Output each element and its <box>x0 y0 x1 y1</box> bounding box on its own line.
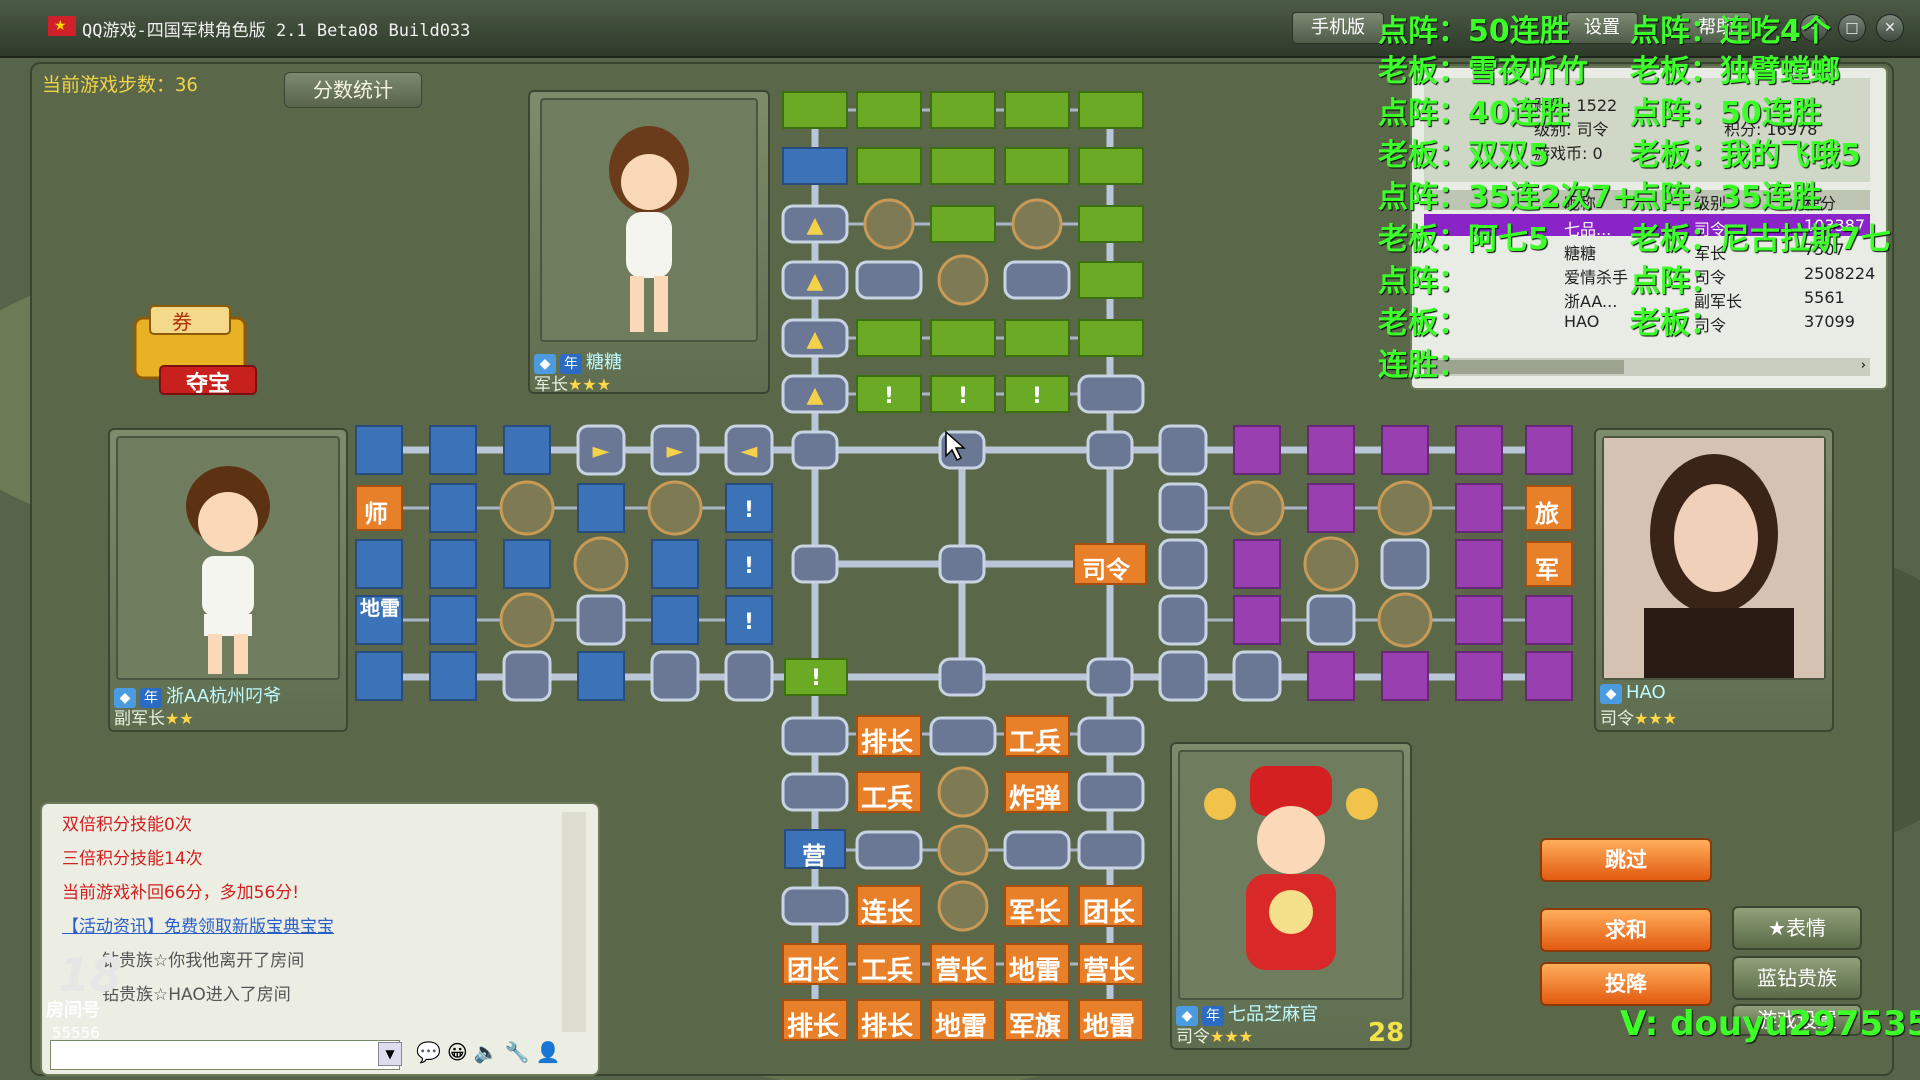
right-player-pieces <box>1158 424 1573 702</box>
header-nickname: 昵称 <box>1564 194 1597 213</box>
row-rank: 副军长 <box>1694 292 1743 311</box>
row-score: 103387 <box>1804 216 1866 235</box>
star-icon: ★ <box>1768 916 1786 940</box>
account-score: 积分: 16978 <box>1724 120 1818 139</box>
row-name: 爱情杀手 <box>1564 268 1629 287</box>
table-row[interactable]: 浙AA... 副军长 5561 <box>1424 286 1870 311</box>
row-rank: 军长 <box>1694 244 1727 263</box>
chat-message: 双倍积分技能0次 <box>62 815 192 835</box>
player-list-panel: 账号: 1522 级别: 司令 游戏币: 0 积分: 16978 昵称 级别 积… <box>1410 66 1888 390</box>
row-name: 浙AA... <box>1564 292 1618 311</box>
chevron-right-icon[interactable]: › <box>1861 358 1866 373</box>
skip-button[interactable]: 跳过 <box>1540 838 1712 882</box>
room-label: 房间号 <box>46 1000 100 1021</box>
table-header: 昵称 级别 积分 <box>1424 190 1870 213</box>
row-rank: 司令 <box>1694 316 1727 335</box>
svg-text:►: ► <box>593 439 610 464</box>
table-row-selected[interactable]: 七品... 司令 103387 <box>1424 214 1870 239</box>
row-name: 七品... <box>1564 220 1612 239</box>
surrender-button[interactable]: 投降 <box>1540 962 1712 1006</box>
svg-text:◄: ◄ <box>741 439 758 464</box>
row-score: 2508224 <box>1804 264 1876 283</box>
account-rank: 级别: 司令 <box>1534 120 1609 139</box>
selected-piece[interactable] <box>782 147 848 185</box>
svg-text:▲: ▲ <box>807 327 824 352</box>
bottom-player-pieces <box>781 715 1145 1041</box>
chat-link[interactable]: 【活动资讯】免费领取新版宝典宝宝 <box>62 912 334 937</box>
row-rank: 司令 <box>1694 220 1727 239</box>
vip-button[interactable]: 蓝钻贵族 <box>1732 956 1862 1000</box>
user-icon[interactable]: 👤 <box>536 1040 561 1064</box>
chat-message: 三倍积分技能14次 <box>62 849 203 869</box>
emote-button[interactable]: ★表情 <box>1732 906 1862 950</box>
mouse-cursor-icon <box>945 430 966 462</box>
svg-text:!: ! <box>884 384 894 409</box>
chat-scrollbar[interactable] <box>562 812 586 1032</box>
account-coins: 游戏币: 0 <box>1534 144 1603 163</box>
left-player-pieces: ► ► ◄ ! ! ! <box>355 424 774 702</box>
svg-text:!: ! <box>1032 384 1042 409</box>
top-player-pieces: ! ! ! ▲ ▲ ▲ ▲ <box>781 91 1145 414</box>
chat-message: 当前游戏补回66分，多加56分! <box>62 883 300 903</box>
svg-text:►: ► <box>667 439 684 464</box>
account-id: 账号: 1522 <box>1534 96 1618 115</box>
svg-text:▲: ▲ <box>807 213 824 238</box>
room-logo: 18 房间号 <box>28 948 134 1028</box>
smiley-icon[interactable]: 😀 <box>447 1040 468 1064</box>
speaker-icon[interactable]: 🔈 <box>474 1040 499 1064</box>
svg-text:!: ! <box>744 554 754 579</box>
wrench-icon[interactable]: 🔧 <box>505 1040 530 1064</box>
speech-bubble-icon[interactable]: 💬 <box>416 1040 441 1064</box>
header-rank: 级别 <box>1694 194 1727 213</box>
table-row[interactable]: 爱情杀手 司令 2508224 <box>1424 262 1875 287</box>
row-score: 7507 <box>1804 240 1845 259</box>
chat-toolbar: 💬 😀 🔈 🔧 👤 <box>416 1040 592 1068</box>
scroll-thumb[interactable] <box>1424 360 1624 374</box>
row-name: 糖糖 <box>1564 244 1597 263</box>
chevron-down-icon[interactable]: ▼ <box>378 1042 402 1066</box>
peace-button[interactable]: 求和 <box>1540 908 1712 952</box>
row-rank: 司令 <box>1694 268 1727 287</box>
svg-text:!: ! <box>744 498 754 523</box>
svg-text:!: ! <box>744 610 754 635</box>
table-row[interactable]: 糖糖 军长 7507 <box>1424 238 1870 263</box>
horizontal-scrollbar[interactable]: › <box>1424 358 1870 376</box>
chat-input[interactable] <box>50 1040 400 1070</box>
account-info: 账号: 1522 级别: 司令 游戏币: 0 积分: 16978 <box>1424 78 1870 182</box>
chat-panel: 双倍积分技能0次 三倍积分技能14次 当前游戏补回66分，多加56分! 【活动资… <box>40 802 600 1076</box>
svg-text:▲: ▲ <box>807 269 824 294</box>
row-score: 5561 <box>1804 288 1845 307</box>
svg-text:▲: ▲ <box>807 383 824 408</box>
game-settings-button[interactable]: 游戏设置 <box>1732 1004 1862 1036</box>
row-name: HAO <box>1564 312 1600 331</box>
svg-text:!: ! <box>958 384 968 409</box>
emote-label: 表情 <box>1785 916 1826 940</box>
room-logo-mark: 18 <box>58 948 123 1002</box>
header-score: 积分 <box>1804 194 1837 213</box>
table-row[interactable]: HAO 司令 37099 <box>1424 310 1870 335</box>
row-score: 37099 <box>1804 312 1855 331</box>
svg-text:!: ! <box>811 666 821 691</box>
